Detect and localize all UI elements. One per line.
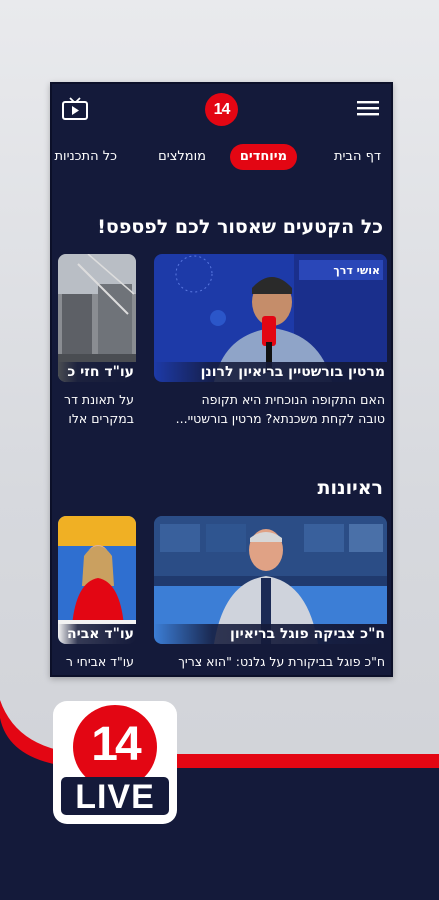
category-tabs: דף הבית מיוחדים מומלצים כל התכניות <box>52 144 391 172</box>
section-title-must-see: כל הקטעים שאסור לכם לפספס! <box>97 216 383 238</box>
hamburger-menu-icon[interactable] <box>357 99 379 117</box>
video-title: ח"כ צביקה פוגל בריאיון <box>230 626 385 642</box>
video-description: עו"ד אביחי ר <box>58 652 134 671</box>
description-line: עו"ד אביחי ר <box>65 654 134 669</box>
video-card[interactable]: אושי דרך מרטין בורשטיין בריאיון לרונן הא… <box>154 254 387 434</box>
description-line: על תאונת דר <box>64 392 134 407</box>
app-logo: 14 LIVE <box>53 701 177 824</box>
top-bar: 14 <box>52 84 391 134</box>
description-line: במקרים אלו <box>68 411 134 426</box>
description-line: טובה לקחת משכנתא? מרטין בורשטיי... <box>175 411 385 426</box>
video-card[interactable]: ח"כ צביקה פוגל בריאיון ח"כ פוגל בביקורת … <box>154 516 387 675</box>
video-title: עו"ד אביה <box>67 626 134 642</box>
description-line: האם התקופה הנוכחית היא תקופה <box>201 392 385 407</box>
tab-home[interactable]: דף הבית <box>334 144 381 170</box>
tab-specials[interactable]: מיוחדים <box>229 144 297 170</box>
section-title-interviews: ראיונות <box>317 477 384 499</box>
video-description: האם התקופה הנוכחית היא תקופה טובה לקחת מ… <box>156 390 385 428</box>
phone-screen: 14 דף הבית מיוחדים מומלצים כל התכניות כל… <box>50 82 393 677</box>
video-card[interactable]: עו"ד חזי כ על תאונת דר במקרים אלו <box>58 254 136 434</box>
svg-text:אושי דרך: אושי דרך <box>333 264 380 277</box>
channel-logo[interactable]: 14 <box>205 93 238 126</box>
tv-icon[interactable] <box>62 97 88 121</box>
video-title: מרטין בורשטיין בריאיון לרונן <box>200 364 385 380</box>
tab-all-programs[interactable]: כל התכניות <box>54 144 117 170</box>
video-description: ח"כ פוגל בביקורת על גלנט: "הוא צריך <box>156 652 385 671</box>
video-title: עו"ד חזי כ <box>67 364 134 380</box>
video-card[interactable]: עו"ד אביה עו"ד אביחי ר <box>58 516 136 675</box>
description-line: ח"כ פוגל בביקורת על גלנט: "הוא צריך <box>178 654 385 669</box>
tab-recommended[interactable]: מומלצים <box>158 144 206 170</box>
app-logo-live: LIVE <box>61 777 169 816</box>
video-description: על תאונת דר במקרים אלו <box>58 390 134 428</box>
